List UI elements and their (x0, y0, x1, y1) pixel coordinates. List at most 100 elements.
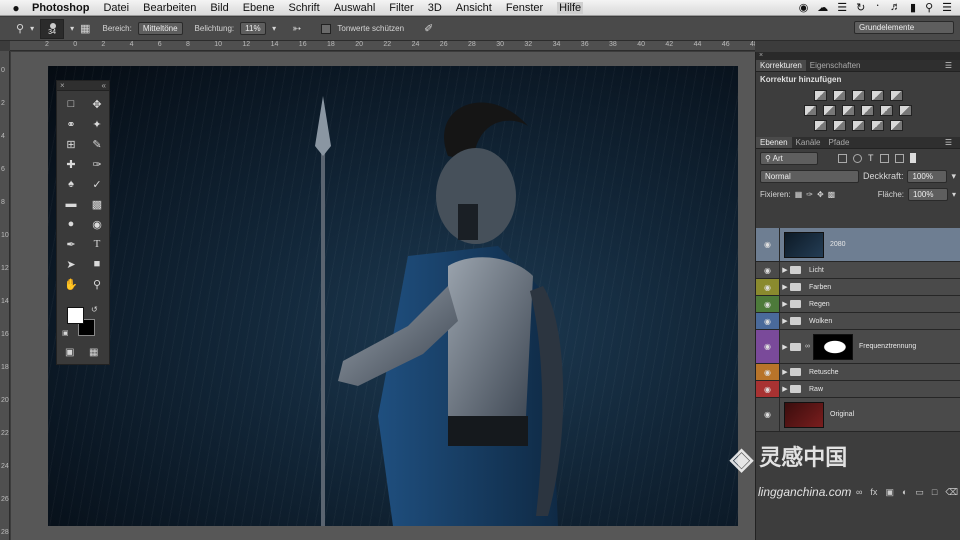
expand-triangle-icon[interactable]: ▶ (780, 343, 790, 351)
threshold-icon[interactable] (851, 120, 865, 131)
menu-ebene[interactable]: Ebene (243, 2, 275, 14)
tab-ebenen[interactable]: Ebenen (756, 137, 792, 148)
battery-icon[interactable]: ▮ (910, 1, 916, 14)
expand-triangle-icon[interactable]: ▶ (780, 317, 790, 325)
visibility-eye-icon[interactable]: ◉ (756, 228, 780, 261)
visibility-eye-icon[interactable]: ◉ (756, 313, 780, 329)
tab-pfade[interactable]: Pfade (825, 137, 854, 148)
visibility-eye-icon[interactable]: ◉ (756, 364, 780, 380)
visibility-eye-icon[interactable]: ◉ (756, 330, 780, 363)
canvas-area[interactable] (11, 52, 755, 540)
lock-all-icon[interactable]: ▩ (828, 190, 836, 199)
expand-triangle-icon[interactable]: ▶ (780, 368, 790, 376)
app-menu[interactable]: Photoshop (32, 2, 89, 14)
history-brush-tool-icon[interactable]: ✓ (84, 174, 110, 194)
zoom-tool-icon[interactable]: ⚲ (16, 22, 24, 35)
layer-row[interactable]: ◉ ▶ Licht (756, 262, 960, 279)
layer-mask-thumbnail[interactable] (813, 333, 853, 360)
airbrush-icon[interactable]: ➳ (292, 22, 301, 35)
hand-tool-icon[interactable]: ✋ (58, 274, 84, 294)
bluetooth-icon[interactable]: ᛫ (874, 1, 881, 14)
panel-dock-header[interactable]: × (756, 52, 960, 60)
record-icon[interactable]: ◉ (799, 1, 809, 14)
brush-panel-icon[interactable]: ▦ (80, 22, 90, 35)
stamp-tool-icon[interactable]: ♠ (58, 174, 84, 194)
layer-row[interactable]: ◉ ▶ ∞ Frequenztrennung (756, 330, 960, 364)
filter-pixel-icon[interactable] (838, 153, 847, 163)
time-machine-icon[interactable]: ↻ (856, 1, 865, 14)
layer-row[interactable]: ◉ ▶ Regen (756, 296, 960, 313)
pen-tool-icon[interactable]: ✒ (58, 234, 84, 254)
belichtung-input[interactable]: 11% (240, 22, 267, 35)
quick-mask-icon[interactable]: ▣ (65, 347, 74, 358)
menu-datei[interactable]: Datei (103, 2, 129, 14)
path-selection-tool-icon[interactable]: ➤ (58, 254, 84, 274)
layer-row[interactable]: ◉ Original (756, 398, 960, 432)
expand-triangle-icon[interactable]: ▶ (780, 385, 790, 393)
lock-transparency-icon[interactable]: ▦ (795, 190, 803, 199)
filter-shape-icon[interactable] (879, 153, 889, 163)
vibrance-icon[interactable] (889, 90, 903, 101)
collapse-icon[interactable]: « (102, 81, 106, 90)
panel-menu-icon[interactable]: ☰ (941, 137, 956, 148)
link-icon[interactable]: ∞ (805, 343, 811, 350)
tab-kanaele[interactable]: Kanäle (792, 137, 825, 148)
eyedropper-tool-icon[interactable]: ✎ (84, 134, 110, 154)
blend-mode-select[interactable]: Normal (760, 169, 859, 183)
document-canvas[interactable] (48, 66, 738, 526)
spotlight-icon[interactable]: ⚲ (925, 1, 933, 14)
filter-toggle-icon[interactable] (909, 153, 916, 163)
apple-icon[interactable]: ● (0, 1, 32, 15)
gradient-map-icon[interactable] (889, 120, 903, 131)
cloud-icon[interactable]: ☁ (817, 1, 828, 14)
posterize-icon[interactable] (832, 120, 846, 131)
brush-preset-picker[interactable]: 34 (40, 18, 65, 39)
menu-auswahl[interactable]: Auswahl (334, 2, 376, 14)
list-icon[interactable]: ☰ (942, 1, 952, 14)
filter-adjustment-icon[interactable] (853, 153, 862, 163)
exposure-icon[interactable] (870, 90, 884, 101)
chevron-down-icon[interactable]: ▾ (272, 24, 276, 33)
visibility-eye-icon[interactable]: ◉ (756, 381, 780, 397)
pressure-icon[interactable]: ✐ (424, 22, 433, 35)
dodge-tool-icon[interactable]: ◉ (84, 214, 110, 234)
hue-saturation-icon[interactable] (804, 105, 817, 116)
type-tool-icon[interactable]: T (84, 234, 110, 254)
screen-mode-icon[interactable]: ▦ (89, 347, 98, 358)
tab-eigenschaften[interactable]: Eigenschaften (806, 60, 865, 71)
brush-tool-icon[interactable]: ✑ (84, 154, 110, 174)
opacity-input[interactable]: 100% (907, 169, 948, 183)
layer-row[interactable]: ◉ ▶ Retusche (756, 364, 960, 381)
invert-icon[interactable] (813, 120, 827, 131)
menu-bearbeiten[interactable]: Bearbeiten (143, 2, 196, 14)
fill-input[interactable]: 100% (907, 187, 948, 201)
visibility-eye-icon[interactable]: ◉ (756, 262, 780, 278)
channel-mixer-icon[interactable] (880, 105, 893, 116)
bereich-select[interactable]: Mitteltöne (137, 22, 183, 35)
menu-filter[interactable]: Filter (389, 2, 413, 14)
menu-bild[interactable]: Bild (210, 2, 228, 14)
tonwerte-checkbox[interactable] (321, 23, 332, 34)
layer-row[interactable]: ◉ ▶ Wolken (756, 313, 960, 330)
volume-icon[interactable]: ♬ (890, 1, 901, 14)
move-tool-icon[interactable]: ✥ (84, 94, 110, 114)
default-colors-icon[interactable]: ▣ (62, 329, 69, 337)
layer-filter-select[interactable]: ⚲ Art (760, 151, 818, 165)
filter-type-icon[interactable]: T (868, 153, 874, 163)
eraser-tool-icon[interactable]: ▬ (58, 194, 84, 214)
crop-tool-icon[interactable]: ⊞ (58, 134, 84, 154)
visibility-eye-icon[interactable]: ◉ (756, 398, 780, 431)
chevron-down-icon[interactable]: ▾ (951, 171, 956, 182)
expand-triangle-icon[interactable]: ▶ (780, 283, 790, 291)
chevron-down-icon[interactable]: ▾ (952, 190, 956, 199)
expand-triangle-icon[interactable]: ▶ (780, 300, 790, 308)
swap-colors-icon[interactable]: ↺ (91, 305, 98, 314)
quick-selection-tool-icon[interactable]: ✦ (84, 114, 110, 134)
menu-fenster[interactable]: Fenster (506, 2, 543, 14)
healing-brush-tool-icon[interactable]: ✚ (58, 154, 84, 174)
chevron-down-icon[interactable]: ▾ (70, 24, 74, 33)
menu-3d[interactable]: 3D (428, 2, 442, 14)
black-white-icon[interactable] (842, 105, 855, 116)
lasso-tool-icon[interactable]: ⚭ (58, 114, 84, 134)
menu-hilfe[interactable]: Hilfe (557, 1, 584, 14)
